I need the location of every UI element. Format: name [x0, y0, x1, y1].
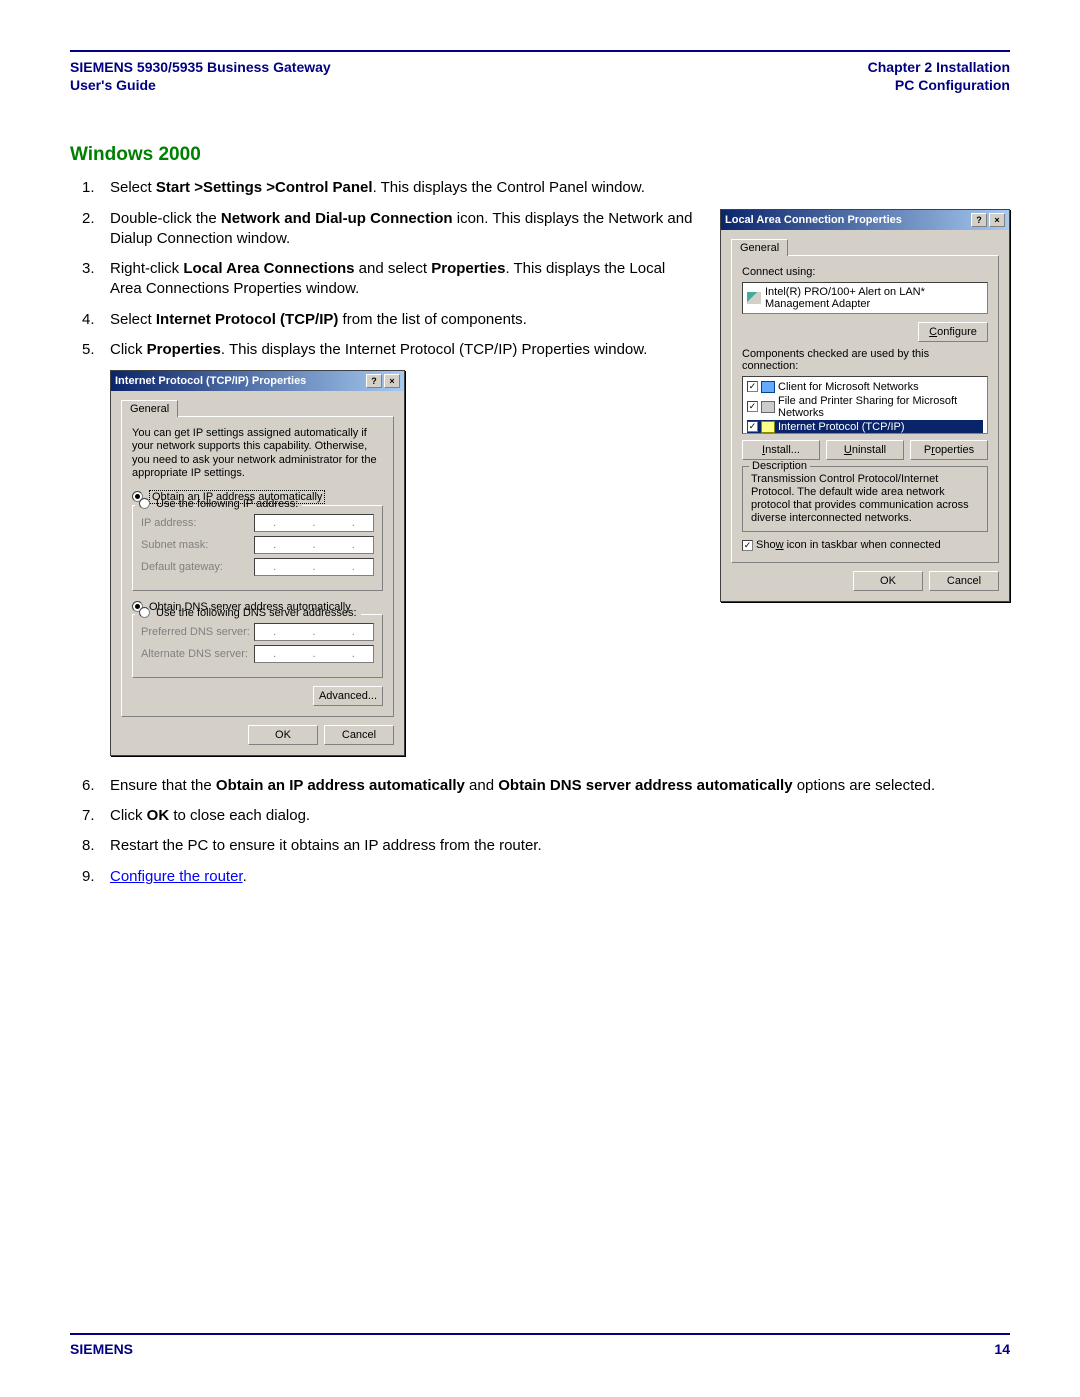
dialog-title: Local Area Connection Properties	[725, 214, 902, 226]
install-button[interactable]: Install...	[742, 440, 820, 460]
components-list[interactable]: ✓Client for Microsoft Networks ✓File and…	[742, 376, 988, 434]
description-label: Description	[749, 460, 810, 472]
dialog-title: Internet Protocol (TCP/IP) Properties	[115, 375, 306, 387]
close-icon[interactable]: ×	[989, 213, 1005, 227]
gateway-field[interactable]: ...	[254, 558, 374, 576]
page-header: SIEMENS 5930/5935 Business Gateway User'…	[70, 58, 1010, 94]
uninstall-button[interactable]: Uninstall	[826, 440, 904, 460]
cancel-button[interactable]: Cancel	[929, 571, 999, 591]
list-item: ✓File and Printer Sharing for Microsoft …	[747, 394, 983, 420]
protocol-icon	[761, 421, 775, 433]
header-section: PC Configuration	[868, 76, 1010, 94]
connect-using-label: Connect using:	[742, 266, 988, 278]
header-subtitle: User's Guide	[70, 76, 331, 94]
configure-router-link[interactable]: Configure the router	[110, 868, 243, 885]
ip-address-label: IP address:	[141, 517, 196, 529]
header-chapter: Chapter 2 Installation	[868, 58, 1010, 76]
ok-button[interactable]: OK	[248, 725, 318, 745]
pref-dns-label: Preferred DNS server:	[141, 626, 250, 638]
step-2: Double-click the Network and Dial-up Con…	[70, 209, 700, 250]
step-3: Right-click Local Area Connections and s…	[70, 259, 700, 300]
tab-general[interactable]: General	[121, 400, 178, 417]
dialog-description: You can get IP settings assigned automat…	[132, 427, 383, 480]
ok-button[interactable]: OK	[853, 571, 923, 591]
step-8: Restart the PC to ensure it obtains an I…	[70, 836, 1010, 856]
header-title: SIEMENS 5930/5935 Business Gateway	[70, 58, 331, 76]
alt-dns-label: Alternate DNS server:	[141, 648, 248, 660]
radio-use-dns[interactable]: Use the following DNS server addresses:	[135, 607, 361, 619]
gateway-label: Default gateway:	[141, 561, 223, 573]
local-area-connection-dialog: Local Area Connection Properties ? × Gen…	[720, 209, 1010, 603]
tcpip-properties-dialog: Internet Protocol (TCP/IP) Properties ? …	[110, 370, 405, 756]
description-text: Transmission Control Protocol/Internet P…	[751, 473, 979, 526]
client-icon	[761, 381, 775, 393]
network-adapter-icon	[747, 292, 761, 304]
ip-address-field[interactable]: ...	[254, 514, 374, 532]
footer-brand: SIEMENS	[70, 1341, 133, 1357]
step-7: Click OK to close each dialog.	[70, 806, 1010, 826]
configure-button[interactable]: Configure	[918, 322, 988, 342]
help-icon[interactable]: ?	[971, 213, 987, 227]
components-label: Components checked are used by this conn…	[742, 348, 988, 372]
section-title: Windows 2000	[70, 144, 1010, 166]
alt-dns-field[interactable]: ...	[254, 645, 374, 663]
close-icon[interactable]: ×	[384, 374, 400, 388]
adapter-field: Intel(R) PRO/100+ Alert on LAN* Manageme…	[742, 282, 988, 314]
printer-icon	[761, 401, 775, 413]
tab-general[interactable]: General	[731, 239, 788, 256]
step-1: Select Start >Settings >Control Panel. T…	[70, 178, 1010, 198]
footer-page: 14	[994, 1341, 1010, 1357]
subnet-field[interactable]: ...	[254, 536, 374, 554]
advanced-button[interactable]: Advanced...	[313, 686, 383, 706]
step-4: Select Internet Protocol (TCP/IP) from t…	[70, 310, 700, 330]
cancel-button[interactable]: Cancel	[324, 725, 394, 745]
properties-button[interactable]: Properties	[910, 440, 988, 460]
page-footer: SIEMENS 14	[70, 1333, 1010, 1357]
list-item: ✓Internet Protocol (TCP/IP)	[747, 420, 983, 434]
subnet-label: Subnet mask:	[141, 539, 208, 551]
list-item: ✓Client for Microsoft Networks	[747, 380, 983, 394]
step-6: Ensure that the Obtain an IP address aut…	[70, 776, 1010, 796]
show-icon-checkbox[interactable]: ✓ Show icon in taskbar when connected	[742, 538, 988, 552]
step-5: Click Properties. This displays the Inte…	[70, 340, 700, 360]
radio-use-ip[interactable]: Use the following IP address:	[135, 498, 302, 510]
step-9: Configure the router.	[70, 867, 1010, 887]
pref-dns-field[interactable]: ...	[254, 623, 374, 641]
help-icon[interactable]: ?	[366, 374, 382, 388]
